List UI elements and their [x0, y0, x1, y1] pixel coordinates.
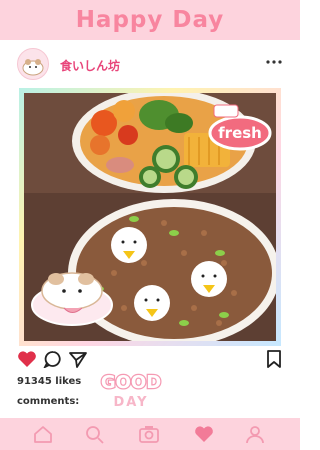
day-sticker-text: DAY	[113, 395, 148, 410]
heart-icon[interactable]	[193, 424, 215, 444]
bookmark-icon[interactable]	[264, 350, 284, 368]
hamster-avatar-icon	[22, 59, 44, 76]
app-header: Happy Day	[0, 0, 300, 40]
home-icon[interactable]	[32, 424, 54, 444]
avatar[interactable]	[17, 48, 49, 80]
username[interactable]: 食いしん坊	[60, 57, 120, 74]
post-actions	[0, 350, 300, 370]
send-arrow-icon[interactable]	[68, 350, 88, 368]
bento-photo-illustration: fresh	[24, 93, 276, 341]
good-sticker-text: GOOD	[101, 372, 161, 393]
bottom-nav	[0, 418, 300, 450]
post-photo[interactable]: fresh	[24, 93, 276, 341]
search-icon[interactable]	[84, 424, 106, 444]
comments-label[interactable]: comments:	[17, 396, 79, 407]
camera-icon[interactable]	[138, 424, 160, 444]
likes-count: 91345 likes	[17, 376, 82, 387]
app-title: Happy Day	[75, 7, 225, 33]
more-dots-icon[interactable]	[266, 59, 282, 65]
post-header: 食いしん坊	[0, 46, 300, 84]
good-day-sticker: GOOD DAY	[100, 371, 163, 410]
fresh-sticker-text: fresh	[218, 124, 262, 142]
profile-icon[interactable]	[244, 424, 266, 444]
comment-bubble-icon[interactable]	[43, 350, 63, 368]
heart-filled-icon[interactable]	[17, 350, 37, 368]
